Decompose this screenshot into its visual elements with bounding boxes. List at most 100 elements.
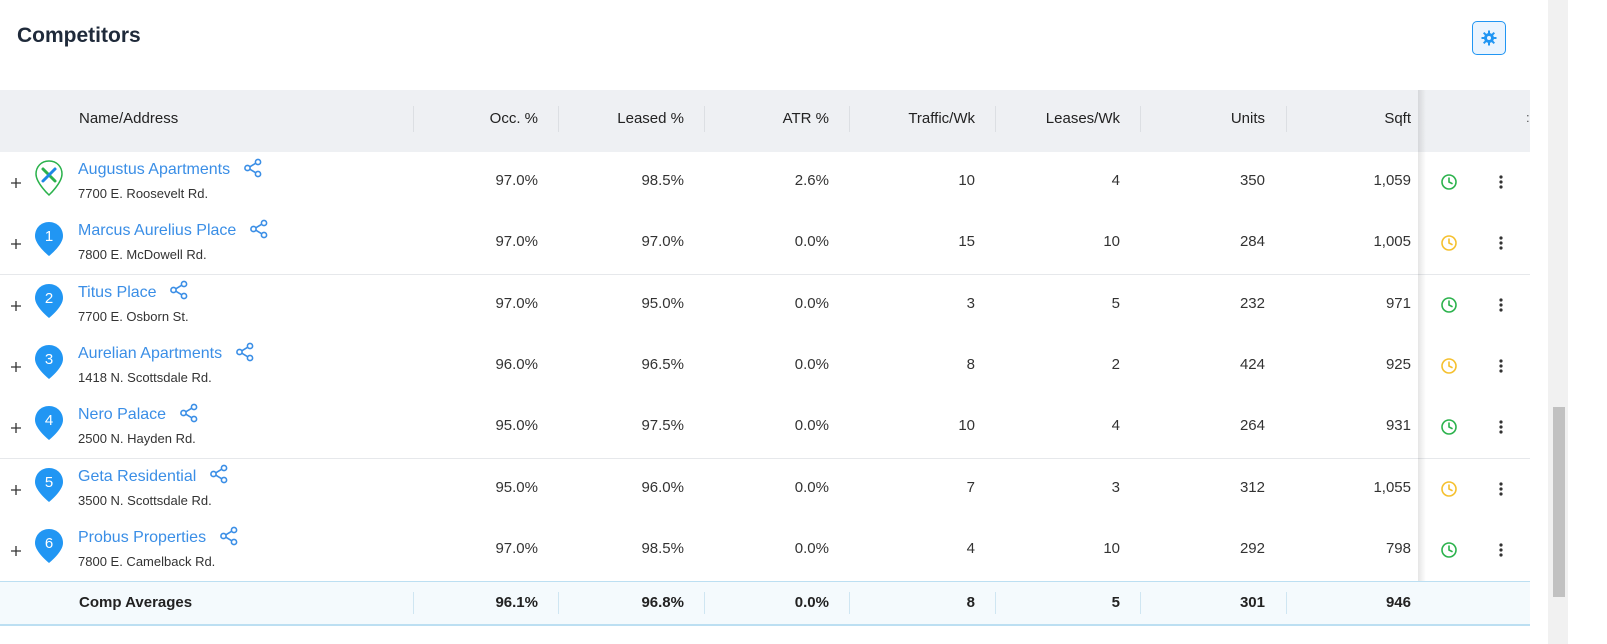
cell-sqft: 971 [1385, 294, 1411, 312]
averages-units: 301 [1239, 594, 1265, 611]
more-vertical-icon[interactable] [1492, 296, 1510, 314]
more-vertical-icon[interactable] [1492, 418, 1510, 436]
map-pin-icon: 3 [34, 343, 64, 381]
property-name[interactable]: Titus Place [78, 284, 157, 301]
plus-icon[interactable] [9, 176, 23, 190]
table-row[interactable]: 5 Geta Residential 3500 N. Scottsdale Rd… [0, 458, 1530, 521]
map-pin-icon: 2 [34, 282, 64, 320]
table-row[interactable]: 2 Titus Place 7700 E. Osborn St. 97.0% 95.… [0, 274, 1530, 337]
averages-label: Comp Averages [79, 594, 193, 611]
scrollbar-thumb[interactable] [1553, 407, 1565, 597]
share-icon[interactable] [235, 342, 255, 362]
map-pin-icon: 6 [34, 527, 64, 565]
property-address: 7700 E. Osborn St. [78, 308, 189, 324]
cell-traffic: 10 [958, 172, 975, 189]
column-divider [704, 592, 705, 614]
property-name[interactable]: Probus Properties [78, 529, 206, 546]
plus-icon[interactable] [9, 299, 23, 313]
column-header-atr[interactable]: ATR % [711, 90, 829, 152]
cell-atr: 0.0% [794, 233, 829, 251]
property-address: 7800 E. Camelback Rd. [78, 553, 216, 569]
cell-units: 350 [1239, 172, 1265, 189]
more-vertical-icon[interactable] [1492, 480, 1510, 498]
share-icon[interactable] [169, 280, 189, 300]
property-name-link[interactable]: Nero Palace [78, 403, 199, 424]
column-divider [704, 106, 705, 132]
map-pin-icon [34, 159, 64, 197]
property-name[interactable]: Augustus Apartments [78, 161, 230, 178]
share-icon[interactable] [179, 403, 199, 423]
more-vertical-icon[interactable] [1492, 234, 1510, 252]
map-pin-icon: 1 [34, 220, 64, 258]
table-row[interactable]: 6 Probus Properties 7800 E. Camelback Rd… [0, 519, 1530, 582]
cell-traffic: 4 [966, 539, 975, 557]
column-divider [1286, 106, 1287, 132]
clock-icon[interactable] [1440, 541, 1458, 559]
more-vertical-icon[interactable] [1492, 173, 1510, 191]
cell-sqft: 1,055 [1373, 478, 1411, 496]
column-header-occ[interactable]: Occ. % [420, 90, 538, 152]
property-name-link[interactable]: Aurelian Apartments [78, 342, 255, 363]
gear-icon [1481, 30, 1497, 46]
property-name-link[interactable]: Marcus Aurelius Place [78, 219, 269, 240]
column-header-units[interactable]: Units [1147, 90, 1265, 152]
marker-number: 6 [45, 535, 53, 552]
column-divider [558, 106, 559, 132]
property-name-link[interactable]: Titus Place [78, 280, 189, 302]
property-name-link[interactable]: Augustus Apartments [78, 158, 263, 179]
page-gutter [1530, 0, 1548, 644]
cell-occ: 95.0% [495, 417, 538, 435]
cell-traffic: 7 [966, 478, 975, 496]
property-address: 2500 N. Hayden Rd. [78, 431, 196, 447]
cell-units: 232 [1239, 294, 1265, 312]
clock-icon[interactable] [1440, 173, 1458, 191]
property-name[interactable]: Geta Residential [78, 468, 196, 485]
table-row[interactable]: 1 Marcus Aurelius Place 7800 E. McDowell… [0, 213, 1530, 276]
plus-icon[interactable] [9, 237, 23, 251]
clock-icon[interactable] [1440, 357, 1458, 375]
more-vertical-icon[interactable] [1492, 357, 1510, 375]
property-name[interactable]: Aurelian Apartments [78, 345, 222, 362]
property-address: 1418 N. Scottsdale Rd. [78, 369, 212, 385]
cell-sqft: 1,005 [1373, 233, 1411, 251]
table-row[interactable]: 4 Nero Palace 2500 N. Hayden Rd. 95.0% 97.… [0, 397, 1530, 460]
column-header-name[interactable]: Name/Address [79, 90, 178, 152]
column-header-traffic[interactable]: Traffic/Wk [856, 90, 975, 152]
cell-occ: 96.0% [495, 355, 538, 373]
settings-button[interactable] [1472, 21, 1506, 55]
share-icon[interactable] [243, 158, 263, 178]
map-pin-icon: 5 [34, 466, 64, 504]
clock-icon[interactable] [1440, 418, 1458, 436]
more-vertical-icon[interactable] [1492, 541, 1510, 559]
share-icon[interactable] [219, 526, 239, 546]
plus-icon[interactable] [9, 483, 23, 497]
cell-leases: 4 [1111, 172, 1120, 189]
property-name-link[interactable]: Probus Properties [78, 526, 239, 547]
plus-icon[interactable] [9, 421, 23, 435]
cell-occ: 97.0% [495, 539, 538, 557]
page-title: Competitors [17, 24, 141, 47]
cell-sqft: 1,059 [1373, 172, 1411, 189]
cell-leases: 3 [1111, 478, 1120, 496]
clock-icon[interactable] [1440, 296, 1458, 314]
column-header-leases[interactable]: Leases/Wk [1002, 90, 1120, 152]
column-header-leased[interactable]: Leased % [566, 90, 684, 152]
clock-icon[interactable] [1440, 480, 1458, 498]
property-name[interactable]: Marcus Aurelius Place [78, 222, 236, 239]
map-pin-icon: 4 [34, 404, 64, 442]
cell-occ: 95.0% [495, 478, 538, 496]
table-row[interactable]: Augustus Apartments 7700 E. Roosevelt Rd… [0, 152, 1530, 214]
table-row[interactable]: 3 Aurelian Apartments 1418 N. Scottsdale… [0, 335, 1530, 398]
column-header-sqft[interactable]: Sqft [1293, 90, 1411, 152]
share-icon[interactable] [209, 464, 229, 484]
property-address: 3500 N. Scottsdale Rd. [78, 492, 212, 508]
plus-icon[interactable] [9, 360, 23, 374]
clock-icon[interactable] [1440, 234, 1458, 252]
property-name[interactable]: Nero Palace [78, 406, 166, 423]
plus-icon[interactable] [9, 544, 23, 558]
cell-atr: 0.0% [794, 355, 829, 373]
comp-averages-row: Comp Averages 96.1% 96.8% 0.0% 8 5 301 9… [0, 581, 1530, 626]
share-icon[interactable] [249, 219, 269, 239]
property-name-link[interactable]: Geta Residential [78, 464, 229, 486]
cell-atr: 0.0% [794, 417, 829, 435]
